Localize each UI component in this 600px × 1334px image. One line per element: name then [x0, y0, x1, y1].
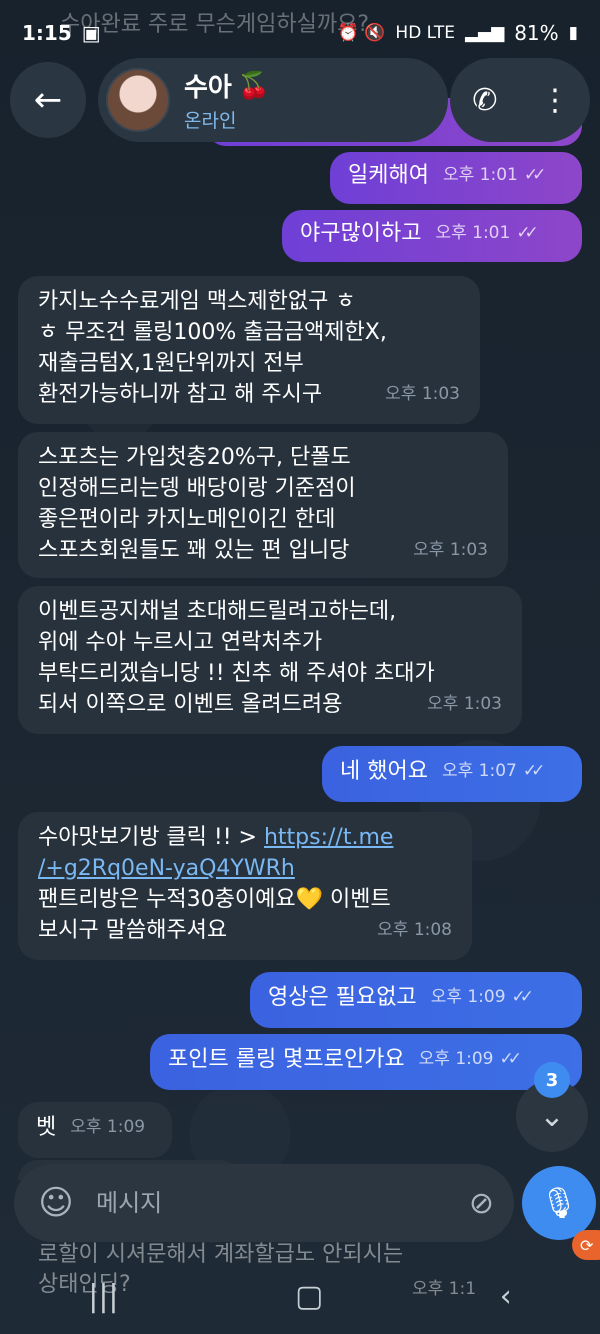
recents-icon[interactable]: ||| [88, 1279, 118, 1314]
attach-icon[interactable]: ⊘ [469, 1186, 494, 1221]
message-time: 오후 1:01 ✓✓ [442, 165, 546, 185]
chevron-down-icon: ⌄ [539, 1098, 565, 1134]
message-text: 포인트 롤링 몇프로인가요 [168, 1047, 405, 1072]
header-actions: ✆ ⋮ [450, 58, 590, 142]
message-line: 좋은편이라 카지노메인이긴 한데 [38, 507, 336, 532]
network-indicator: HD LTE [395, 23, 455, 43]
message-line: 위에 수아 누르시고 연락처추가 [38, 630, 323, 655]
message-bubble-outgoing[interactable]: 영상은 필요없고 오후 1:09 ✓✓ [250, 972, 582, 1028]
message-bubble-outgoing[interactable]: 네 했어요 오후 1:07 ✓✓ [322, 746, 582, 802]
message-line: 카지노수수료게임 맥스제한없구 ㅎ [38, 289, 356, 314]
message-line: ㅎ 무조건 롤링100% 출금금액제한X, [38, 320, 387, 345]
message-time: 오후 1:08 [377, 920, 452, 940]
message-line: 스포츠는 가입첫충20%구, 단폴도 [38, 445, 351, 470]
status-bar: 1:15 ▣ ⏰ 🔇 HD LTE ▂▄▆ 81% ▮ [0, 0, 600, 66]
back-arrow-icon: ← [33, 80, 63, 120]
message-text: 네 했어요 [340, 759, 428, 784]
back-nav-icon[interactable]: ‹ [500, 1279, 512, 1314]
message-text: 영상은 필요없고 [268, 985, 417, 1010]
message-text: 일케해여 [348, 163, 429, 188]
contact-name: 수아 [184, 73, 232, 103]
message-line: 부탁드리겠습니당 !! 친추 해 주셔야 초대가 [38, 661, 435, 686]
cherry-emoji: 🍒 [237, 70, 271, 101]
message-bubble-incoming[interactable]: 이벤트공지채널 초대해드릴려고하는데, 위에 수아 누르시고 연락처추가 부탁드… [18, 586, 522, 734]
read-ticks-icon: ✓✓ [516, 223, 538, 243]
notification-icons: ⏰ 🔇 [337, 23, 386, 43]
contact-status: 온라인 [184, 110, 237, 132]
message-line: 환전가능하니까 참고 해 주시구 [38, 382, 323, 407]
message-line: 이벤트공지채널 초대해드릴려고하는데, [38, 599, 397, 624]
status-time: 1:15 [22, 21, 72, 45]
message-time: 오후 1:09 ✓✓ [430, 987, 534, 1007]
floating-bubble-icon[interactable]: ⟳ [572, 1230, 600, 1260]
message-line: 재출금텀X,1원단위까지 전부 [38, 351, 304, 376]
message-bubble-incoming[interactable]: 벳 오후 1:09 [18, 1102, 172, 1158]
message-link[interactable]: https://t.me [264, 825, 393, 850]
home-icon[interactable]: ▢ [295, 1279, 323, 1314]
message-input-bar: ☺ ⊘ [14, 1164, 514, 1242]
more-vertical-icon: ⋮ [540, 82, 570, 118]
mic-button[interactable]: 🎙 [522, 1166, 596, 1240]
battery-level: 81% [514, 21, 559, 45]
message-text: 벳 [36, 1115, 57, 1140]
read-ticks-icon: ✓✓ [511, 987, 534, 1007]
message-input[interactable] [96, 1189, 469, 1217]
phone-icon: ✆ [472, 82, 498, 118]
message-line: 되서 이쪽으로 이벤트 올려드려용 [38, 692, 343, 717]
battery-icon: ▮ [568, 23, 578, 43]
call-button[interactable]: ✆ [460, 75, 510, 125]
message-time: 오후 1:07 ✓✓ [441, 761, 545, 781]
profile-button[interactable]: 수아 🍒 온라인 [98, 58, 448, 142]
message-time: 오후 1:01 ✓✓ [435, 223, 538, 243]
read-ticks-icon: ✓✓ [522, 761, 545, 781]
message-bubble-outgoing[interactable]: 야구많이하고 오후 1:01 ✓✓ [282, 210, 582, 262]
read-ticks-icon: ✓✓ [523, 165, 546, 185]
message-line: 인정해드리는뎅 배당이랑 기준점이 [38, 476, 356, 501]
message-line: 팬트리방은 누적30충이예요💛 이벤트 [38, 887, 391, 912]
message-bubble-incoming[interactable]: 카지노수수료게임 맥스제한없구 ㅎ ㅎ 무조건 롤링100% 출금금액제한X, … [18, 276, 480, 424]
message-link[interactable]: /+g2Rq0eN-yaQ4YWRh [38, 856, 295, 881]
unread-count-badge: 3 [534, 1062, 570, 1098]
message-text: 수아맛보기방 클릭 !! > [38, 825, 264, 850]
avatar [106, 68, 170, 132]
message-bubble-incoming[interactable]: 스포츠는 가입첫충20%구, 단폴도 인정해드리는뎅 배당이랑 기준점이 좋은편… [18, 432, 508, 578]
message-line: 스포츠회원들도 꽤 있는 편 입니당 [38, 538, 350, 563]
message-time: 오후 1:03 [385, 384, 460, 404]
message-time: 오후 1:03 [413, 540, 488, 560]
back-button[interactable]: ← [10, 62, 86, 138]
microphone-icon: 🎙 [539, 1185, 579, 1221]
system-navigation-bar: ||| ▢ ‹ [0, 1258, 600, 1334]
message-time: 오후 1:09 [70, 1117, 146, 1137]
more-button[interactable]: ⋮ [530, 75, 580, 125]
read-ticks-icon: ✓✓ [499, 1049, 522, 1069]
emoji-icon[interactable]: ☺ [34, 1183, 78, 1223]
message-time: 오후 1:09 ✓✓ [418, 1049, 522, 1069]
message-line: 보시구 말씀해주셔요 [38, 918, 228, 943]
message-bubble-outgoing[interactable]: 포인트 롤링 몇프로인가요 오후 1:09 ✓✓ [150, 1034, 582, 1090]
chat-header: ← 수아 🍒 온라인 ✆ ⋮ [10, 58, 590, 144]
gallery-icon: ▣ [81, 21, 101, 45]
message-bubble-incoming[interactable]: 수아맛보기방 클릭 !! > https://t.me /+g2Rq0eN-ya… [18, 812, 472, 960]
message-time: 오후 1:03 [427, 694, 502, 714]
signal-icon: ▂▄▆ [464, 23, 505, 43]
message-text: 야구많이하고 [300, 221, 422, 246]
message-bubble-outgoing[interactable]: 일케해여 오후 1:01 ✓✓ [330, 152, 582, 204]
